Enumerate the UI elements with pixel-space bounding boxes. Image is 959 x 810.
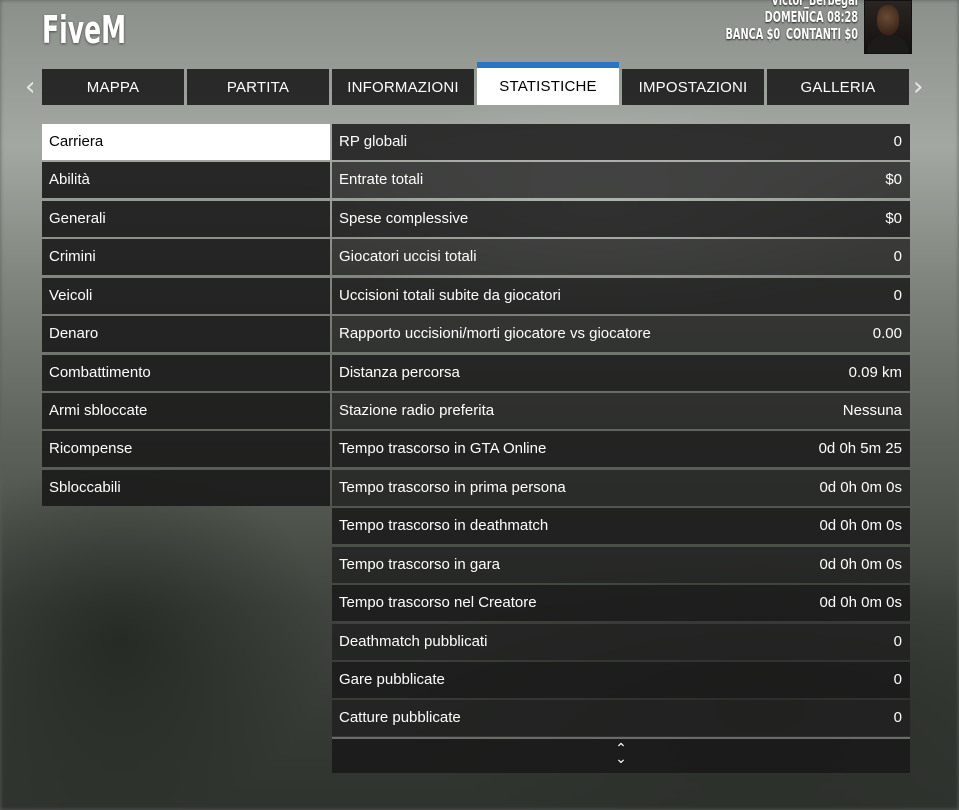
- stats-scroll-control[interactable]: ⌃ ⌄: [332, 737, 910, 773]
- stat-label: Uccisioni totali subite da giocatori: [339, 287, 561, 304]
- stat-value: 0d 0h 0m 0s: [819, 517, 902, 534]
- stat-row: Tempo trascorso nel Creatore 0d 0h 0m 0s: [332, 585, 910, 621]
- player-info: Victor_Berbegal DOMENICA 08:28 BANCA $0 C…: [726, 0, 858, 43]
- stat-label: Giocatori uccisi totali: [339, 248, 477, 265]
- stat-value: 0: [893, 671, 902, 688]
- stat-label: Entrate totali: [339, 171, 424, 188]
- tab-bar: MAPPA PARTITA INFORMAZIONI STATISTICHE I…: [42, 62, 910, 105]
- tab-galleria[interactable]: GALLERIA: [767, 69, 909, 105]
- stat-value: 0: [893, 133, 902, 150]
- stat-row: Rapporto uccisioni/morti giocatore vs gi…: [332, 316, 910, 352]
- stat-row: Tempo trascorso in prima persona 0d 0h 0m…: [332, 470, 910, 506]
- avatar-head: [877, 5, 899, 35]
- stat-label: Deathmatch pubblicati: [339, 633, 488, 650]
- stat-row: RP globali 0: [332, 124, 910, 160]
- tab-label: STATISTICHE: [499, 78, 597, 95]
- stat-row: Gare pubblicate 0: [332, 662, 910, 698]
- scroll-up-down-icon[interactable]: ⌃ ⌄: [613, 742, 629, 766]
- stat-label: Catture pubblicate: [339, 709, 461, 726]
- sidebar-item-abilita[interactable]: Abilità: [42, 162, 330, 198]
- stat-row: Giocatori uccisi totali 0: [332, 239, 910, 275]
- bank-balance: BANCA $0: [725, 25, 781, 43]
- chevron-right-icon[interactable]: ›: [913, 74, 923, 100]
- player-avatar: [864, 0, 912, 54]
- stat-value: 0.09 km: [848, 364, 902, 381]
- player-datetime: DOMENICA 08:28: [764, 8, 858, 26]
- stat-value: Nessuna: [842, 402, 902, 419]
- stat-value: 0.00: [872, 325, 902, 342]
- tab-partita[interactable]: PARTITA: [187, 69, 329, 105]
- stat-row: Stazione radio preferita Nessuna: [332, 393, 910, 429]
- header: FiveM Victor_Berbegal DOMENICA 08:28 BAN…: [0, 0, 959, 60]
- sidebar-item-crimini[interactable]: Crimini: [42, 239, 330, 275]
- tab-statistiche[interactable]: STATISTICHE: [477, 62, 619, 105]
- stat-label: Tempo trascorso in GTA Online: [339, 440, 547, 457]
- stat-label: Tempo trascorso in prima persona: [339, 479, 566, 496]
- stat-value: 0d 0h 5m 25: [818, 440, 902, 457]
- stat-label: Gare pubblicate: [339, 671, 445, 688]
- tab-mappa[interactable]: MAPPA: [42, 69, 184, 105]
- tab-label: PARTITA: [226, 78, 290, 96]
- stat-row: Distanza percorsa 0.09 km: [332, 355, 910, 391]
- stat-label: Tempo trascorso in gara: [339, 556, 500, 573]
- stat-row: Deathmatch pubblicati 0: [332, 624, 910, 660]
- stat-value: 0: [893, 248, 902, 265]
- chevron-left-icon[interactable]: ‹: [25, 74, 35, 100]
- tab-label: GALLERIA: [800, 78, 876, 96]
- stat-label: Stazione radio preferita: [339, 402, 495, 419]
- tab-impostazioni[interactable]: IMPOSTAZIONI: [622, 69, 764, 105]
- stat-value: 0: [893, 709, 902, 726]
- fivem-logo: FiveM: [42, 8, 127, 52]
- stat-row: Uccisioni totali subite da giocatori 0: [332, 278, 910, 314]
- tab-label: IMPOSTAZIONI: [638, 78, 748, 96]
- stat-value: 0: [893, 633, 902, 650]
- stat-label: RP globali: [339, 133, 408, 150]
- stat-value: 0d 0h 0m 0s: [819, 594, 902, 611]
- stat-value: $0: [885, 171, 902, 188]
- avatar-body: [867, 35, 909, 53]
- sidebar-item-ricompense[interactable]: Ricompense: [42, 431, 330, 467]
- stat-value: 0d 0h 0m 0s: [819, 556, 902, 573]
- sidebar-item-armi-sbloccate[interactable]: Armi sbloccate: [42, 393, 330, 429]
- tab-label: INFORMAZIONI: [347, 78, 459, 96]
- stat-row: Tempo trascorso in GTA Online 0d 0h 5m 25: [332, 431, 910, 467]
- stat-row: Entrate totali $0: [332, 162, 910, 198]
- stat-label: Tempo trascorso nel Creatore: [339, 594, 537, 611]
- sidebar-item-sbloccabili[interactable]: Sbloccabili: [42, 470, 330, 506]
- active-tab-indicator: [477, 62, 619, 68]
- stat-label: Rapporto uccisioni/morti giocatore vs gi…: [339, 325, 651, 342]
- stat-value: 0: [893, 287, 902, 304]
- stat-label: Distanza percorsa: [339, 364, 460, 381]
- sidebar-item-combattimento[interactable]: Combattimento: [42, 355, 330, 391]
- stat-row: Spese complessive $0: [332, 201, 910, 237]
- tab-informazioni[interactable]: INFORMAZIONI: [332, 69, 474, 105]
- stat-row: Catture pubblicate 0: [332, 700, 910, 736]
- stat-value: 0d 0h 0m 0s: [819, 479, 902, 496]
- sidebar-item-veicoli[interactable]: Veicoli: [42, 278, 330, 314]
- stat-label: Tempo trascorso in deathmatch: [339, 517, 549, 534]
- stat-row: Tempo trascorso in gara 0d 0h 0m 0s: [332, 547, 910, 583]
- sidebar-item-denaro[interactable]: Denaro: [42, 316, 330, 352]
- sidebar-item-carriera[interactable]: Carriera: [42, 124, 330, 160]
- stat-label: Spese complessive: [339, 210, 469, 227]
- stat-row: Tempo trascorso in deathmatch 0d 0h 0m 0s: [332, 508, 910, 544]
- sidebar-item-generali[interactable]: Generali: [42, 201, 330, 237]
- stat-value: $0: [885, 210, 902, 227]
- tab-label: MAPPA: [86, 78, 140, 96]
- player-money: BANCA $0 CONTANTI $0: [726, 26, 858, 43]
- cash-balance: CONTANTI $0: [785, 25, 858, 43]
